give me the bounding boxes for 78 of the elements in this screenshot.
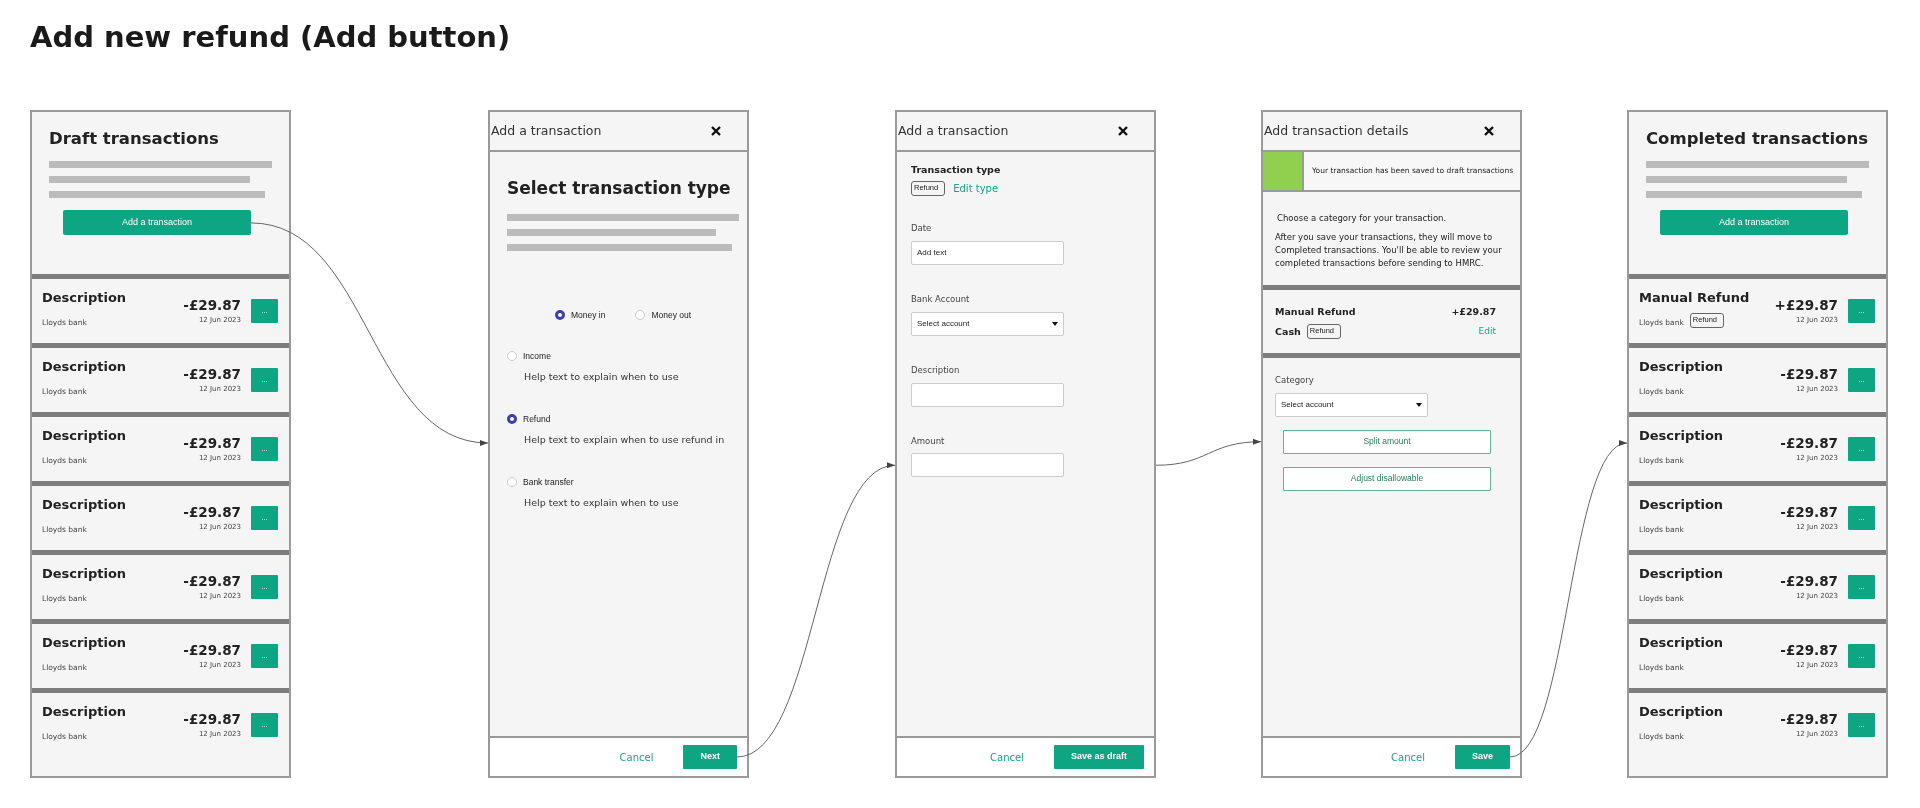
field-label: Transaction type [911, 163, 1002, 177]
intro-text: Choose a category for your transaction. [1277, 212, 1448, 225]
transaction-amount: -£29.87 [1780, 434, 1838, 451]
transaction-description: Description [1639, 704, 1725, 720]
transaction-description: Description [1639, 359, 1725, 375]
edit-type-link[interactable]: Edit type [953, 181, 999, 197]
dialog-title: Add a transaction [491, 121, 602, 140]
transaction-amount: -£29.87 [183, 434, 241, 451]
field-label: Category [1275, 374, 1315, 387]
radio-button[interactable] [554, 310, 565, 321]
transaction-description: Description [42, 359, 128, 375]
transaction-amount: -£29.87 [1780, 503, 1838, 520]
transaction-name: Manual Refund [1275, 305, 1356, 319]
select-field[interactable]: Select account [911, 311, 1064, 336]
add-transaction-button[interactable]: Add a transaction [1660, 210, 1848, 236]
transaction-description: Description [42, 704, 128, 720]
transaction-description: Description [42, 290, 128, 306]
close-icon[interactable] [711, 126, 721, 136]
primary-button[interactable]: Next [683, 745, 737, 769]
transaction-description: Description [1639, 428, 1725, 444]
input-field[interactable]: Add text [911, 241, 1064, 265]
input-field[interactable] [911, 382, 1064, 407]
caret-icon [1052, 321, 1058, 326]
select-field[interactable]: Select account [1275, 392, 1428, 417]
cancel-link[interactable]: Cancel [990, 749, 1024, 765]
cancel-link[interactable]: Cancel [1391, 749, 1425, 765]
radio-button[interactable] [507, 414, 517, 425]
transaction-amount: -£29.87 [183, 296, 241, 313]
transaction-amount: +£29.87 [1451, 305, 1496, 319]
transaction-amount: -£29.87 [1780, 572, 1838, 589]
dialog-title: Add transaction details [1264, 121, 1409, 140]
transaction-description: Description [1639, 566, 1725, 582]
transaction-description: Description [1639, 497, 1725, 513]
field-label: Amount [911, 434, 946, 448]
transaction-description: Description [42, 635, 128, 651]
transaction-amount: -£29.87 [183, 503, 241, 520]
transaction-description: Description [42, 497, 128, 513]
transaction-description: Description [42, 566, 128, 582]
radio-label: Income [523, 349, 551, 363]
add-transaction-button[interactable]: Add a transaction [63, 210, 251, 236]
transaction-description: Description [1639, 635, 1725, 651]
help-text: Help text to explain when to use [524, 369, 680, 384]
transaction-amount: -£29.87 [183, 572, 241, 589]
primary-button[interactable]: Save as draft [1053, 745, 1144, 769]
transaction-description: Description [42, 428, 128, 444]
field-label: Description [911, 363, 961, 377]
input-field[interactable] [911, 453, 1064, 478]
secondary-button[interactable]: Adjust disallowable [1283, 466, 1491, 491]
transaction-amount: -£29.87 [1780, 365, 1838, 382]
close-icon[interactable] [1484, 126, 1494, 136]
transaction-amount: -£29.87 [183, 365, 241, 382]
radio-label: Bank transfer [523, 475, 574, 489]
transaction-amount: -£29.87 [1780, 710, 1838, 727]
screen-heading: Completed transactions [1646, 128, 1869, 150]
dialog-title: Add a transaction [898, 121, 1009, 140]
primary-button[interactable]: Save [1454, 745, 1510, 769]
field-label: Bank Account [911, 293, 971, 306]
secondary-button[interactable]: Split amount [1283, 429, 1491, 454]
help-text: Help text to explain when to use refund in [524, 432, 726, 447]
caret-icon [1416, 402, 1422, 407]
screen-heading: Draft transactions [49, 128, 220, 150]
transaction-description: Manual Refund [1639, 290, 1751, 306]
transaction-amount: -£29.87 [1780, 641, 1838, 658]
close-icon[interactable] [1118, 126, 1128, 136]
transaction-amount: +£29.87 [1774, 296, 1838, 313]
screen-heading: Select transaction type [507, 177, 732, 200]
info-text: After you save your transactions, they will move to Completed transactions. You'll be able to review your completed transactions before sending to HMRC. [1275, 230, 1503, 270]
edit-link[interactable]: Edit [1478, 325, 1496, 339]
help-text: Help text to explain when to use [524, 495, 680, 510]
cancel-link[interactable]: Cancel [619, 749, 654, 765]
page-title: Add new refund (Add button) [30, 19, 512, 56]
radio-label: Money in [570, 309, 606, 322]
radio-label: Refund [523, 412, 551, 426]
transaction-amount: -£29.87 [183, 710, 241, 727]
account-name: Cash [1275, 324, 1301, 339]
radio-label: Money out [651, 309, 692, 322]
field-label: Date [911, 222, 933, 235]
transaction-amount: -£29.87 [183, 641, 241, 658]
